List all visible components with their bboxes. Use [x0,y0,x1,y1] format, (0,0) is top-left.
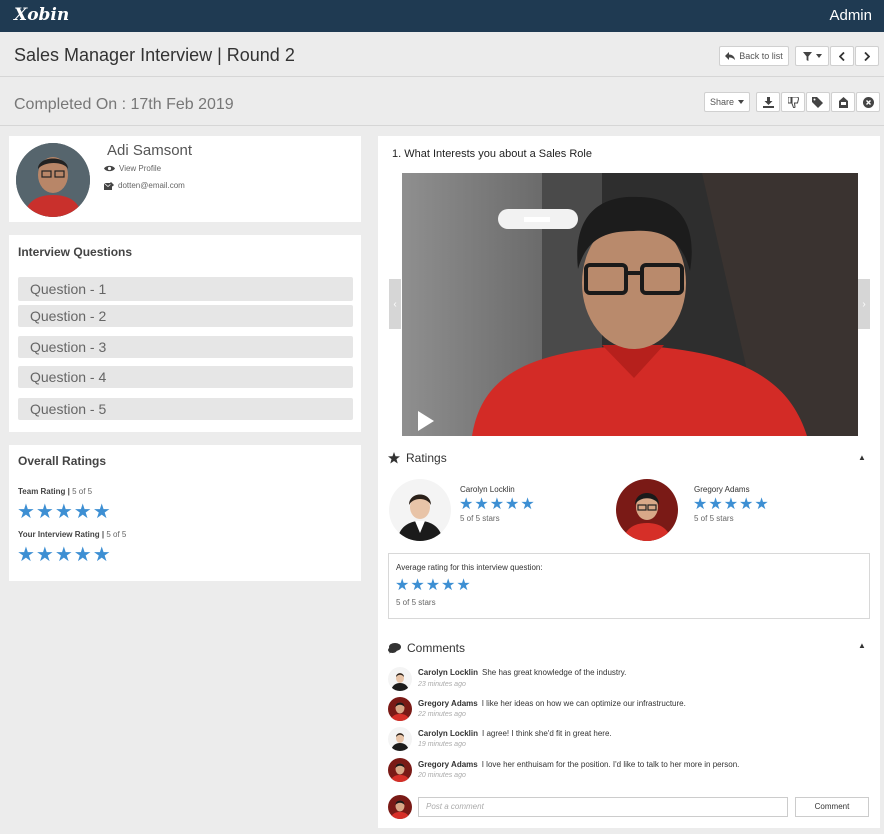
question-item-3[interactable]: Question - 3 [18,336,353,358]
comments-header[interactable]: Comments [388,641,465,655]
ratings-collapse-icon[interactable]: ▲ [858,453,866,462]
interview-questions-title: Interview Questions [18,245,133,259]
rater-name: Gregory Adams [694,485,750,494]
tags-icon [812,96,823,108]
candidate-name: Adi Samsont [107,142,193,159]
rater-avatar-gregory [616,479,678,541]
comment-text: Carolyn Locklin She has great knowledge o… [418,668,627,677]
top-bar: Xobin Admin [0,0,884,32]
rater-name: Carolyn Locklin [460,485,515,494]
close-circle-icon [862,96,874,108]
ratings-title: Ratings [406,451,447,465]
completed-date: Completed On : 17th Feb 2019 [14,96,234,113]
comment-text: Gregory Adams I like her ideas on how we … [418,699,686,708]
post-comment-input[interactable]: Post a comment [418,797,788,817]
comment-text: Gregory Adams I love her enthuisam for th… [418,760,740,769]
comment-time: 19 minutes ago [418,741,466,748]
rater-score: 5 of 5 stars [460,514,500,523]
chevron-down-icon [738,100,745,104]
share-label: Share [709,97,735,107]
email-text: dotten@email.com [118,181,185,190]
commenter-avatar [388,758,412,782]
reject-button[interactable] [781,92,805,112]
chevron-right-icon [864,51,870,61]
archive-button[interactable] [831,92,855,112]
rater-stars: ★★★★★ [693,496,770,513]
overall-ratings-title: Overall Ratings [18,454,107,468]
filter-icon [802,51,812,61]
filter-dropdown-button[interactable] [795,46,829,66]
rater-score: 5 of 5 stars [694,514,734,523]
rater-stars: ★★★★★ [459,496,536,513]
close-button[interactable] [856,92,880,112]
commenter-avatar [388,727,412,751]
inbox-icon [838,96,848,108]
ratings-header[interactable]: Ratings [388,451,447,465]
comment-time: 22 minutes ago [418,711,466,718]
view-profile-link[interactable]: View Profile [104,164,161,173]
view-profile-label: View Profile [119,164,162,173]
candidate-avatar[interactable] [16,143,90,217]
team-rating-label: Team Rating | 5 of 5 [18,487,93,496]
eye-icon [104,165,115,172]
commenter-avatar [388,667,412,691]
average-rating-score: 5 of 5 stars [396,598,436,607]
back-to-list-button[interactable]: Back to list [719,46,789,66]
page-title: Sales Manager Interview | Round 2 [14,45,295,65]
question-item-4[interactable]: Question - 4 [18,366,353,388]
comments-icon [388,642,401,653]
video-next-button[interactable]: › [858,279,870,329]
average-rating-stars: ★★★★★ [395,577,472,594]
comments-collapse-icon[interactable]: ▲ [858,641,866,650]
back-to-list-label: Back to list [739,51,783,61]
commenter-avatar [388,697,412,721]
reply-arrow-icon [725,52,736,60]
download-icon [762,96,774,108]
brand-logo[interactable]: Xobin [14,5,69,25]
divider [0,76,884,77]
share-dropdown-button[interactable]: Share [704,92,750,112]
divider [0,125,884,126]
thumbs-down-icon [787,96,799,108]
envelope-edit-icon [104,181,114,190]
candidate-email[interactable]: dotten@email.com [104,181,185,190]
question-item-5[interactable]: Question - 5 [18,398,353,420]
question-item-1[interactable]: Question - 1 [18,277,353,301]
tag-button[interactable] [806,92,830,112]
current-user-avatar [388,795,412,819]
rater-avatar-carolyn [389,479,451,541]
comments-title: Comments [407,641,466,655]
your-rating-label: Your Interview Rating | 5 of 5 [18,530,127,539]
video-prev-button[interactable]: ‹ [389,279,401,329]
comment-time: 20 minutes ago [418,772,466,779]
star-icon [388,452,400,464]
your-rating-stars[interactable]: ★★★★★ [17,542,112,567]
team-rating-stars: ★★★★★ [17,501,112,523]
chevron-down-icon [815,54,822,58]
comment-text: Carolyn Locklin I agree! I think she'd fi… [418,729,612,738]
comment-time: 23 minutes ago [418,681,466,688]
admin-menu[interactable]: Admin [829,7,872,24]
next-button[interactable] [855,46,879,66]
chevron-left-icon [839,51,845,61]
question-heading: 1. What Interests you about a Sales Role [392,148,592,160]
previous-button[interactable] [830,46,854,66]
comment-button[interactable]: Comment [795,797,869,817]
download-button[interactable] [756,92,780,112]
answer-video-player[interactable] [402,173,858,436]
average-rating-title: Average rating for this interview questi… [396,563,543,572]
question-item-2[interactable]: Question - 2 [18,305,353,327]
